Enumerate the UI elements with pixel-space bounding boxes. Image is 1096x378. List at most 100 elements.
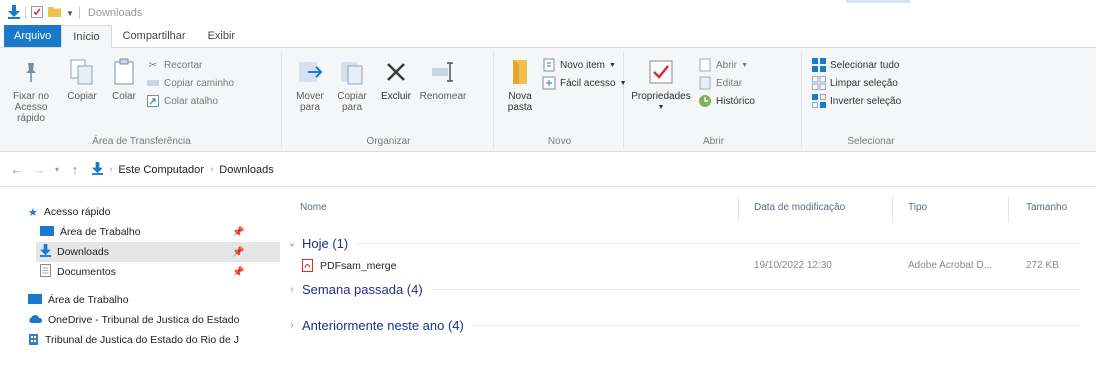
clear-selection-button[interactable]: Limpar seleção	[812, 76, 898, 90]
title-accent-bar	[846, 0, 910, 3]
nav-item-label: Tribunal de Justica do Estado do Rio de …	[45, 334, 239, 346]
nav-item-label: OneDrive - Tribunal de Justica do Estado	[48, 314, 240, 326]
pin-icon[interactable]: 📌	[232, 247, 244, 258]
group-clipboard: Fixar no Acesso rápido Copiar Colar ✂ Re…	[2, 52, 282, 148]
open-label: Abrir	[716, 59, 738, 71]
column-divider[interactable]	[1008, 196, 1009, 222]
recent-locations-button[interactable]: ▾	[50, 159, 64, 181]
chevron-down-icon[interactable]: ▼	[66, 9, 74, 18]
properties-button[interactable]: Propriedades ▼	[630, 56, 692, 113]
tab-view[interactable]: Exibir	[197, 25, 247, 47]
group-label-clipboard: Área de Transferência	[92, 136, 191, 147]
nav-item-onedrive[interactable]: OneDrive - Tribunal de Justica do Estado	[28, 310, 280, 330]
nav-item-label: Documentos	[57, 266, 116, 278]
move-to-label: Mover para	[296, 91, 324, 113]
paste-icon	[108, 56, 140, 88]
group-label-organize: Organizar	[366, 136, 411, 147]
move-to-button[interactable]: Mover para	[290, 56, 330, 113]
delete-button[interactable]: Excluir	[376, 56, 416, 102]
copy-button[interactable]: Copiar	[62, 56, 102, 102]
forward-button[interactable]: →	[28, 159, 50, 181]
easy-access-label: Fácil acesso	[560, 77, 616, 89]
properties-icon[interactable]	[31, 5, 43, 21]
nav-item-quick-access[interactable]: ★ Acesso rápido	[28, 202, 280, 222]
nav-item-downloads[interactable]: Downloads 📌	[36, 242, 280, 262]
file-name: PDFsam_merge	[320, 260, 397, 272]
invert-selection-button[interactable]: Inverter seleção	[812, 94, 901, 108]
pin-icon	[15, 56, 47, 88]
edit-icon	[698, 76, 712, 90]
group-header-today[interactable]: ⌄ Hoje (1)	[284, 233, 1096, 253]
cut-button[interactable]: ✂ Recortar	[146, 58, 203, 72]
nav-item-desktop[interactable]: Área de Trabalho 📌	[40, 222, 280, 242]
nav-item-sharepoint[interactable]: Tribunal de Justica do Estado do Rio de …	[28, 330, 280, 350]
easy-access-button[interactable]: Fácil acesso ▼	[542, 76, 627, 90]
document-icon	[40, 264, 51, 280]
column-header-type[interactable]: Tipo	[908, 202, 927, 213]
paste-shortcut-label: Colar atalho	[164, 95, 218, 107]
rename-button[interactable]: Renomear	[418, 56, 468, 102]
new-item-label: Novo item	[560, 59, 606, 71]
history-icon	[698, 94, 712, 108]
copy-path-button[interactable]: Copiar caminho	[146, 76, 234, 90]
nav-item-desktop-root[interactable]: Área de Trabalho	[28, 290, 280, 310]
select-all-button[interactable]: Selecionar tudo	[812, 58, 900, 72]
column-header-date[interactable]: Data de modificação	[754, 202, 845, 213]
column-divider[interactable]	[892, 196, 893, 222]
invert-selection-icon	[812, 94, 826, 108]
breadcrumb-this-pc[interactable]: Este Computador	[118, 164, 204, 176]
group-header-earlier-this-year[interactable]: › Anteriormente neste ano (4)	[284, 315, 1096, 335]
breadcrumb[interactable]: › Este Computador › Downloads	[92, 161, 274, 178]
new-folder-button[interactable]: Nova pasta	[502, 56, 538, 113]
file-size: 272 KB	[1026, 260, 1059, 271]
chevron-right-icon: ›	[109, 164, 113, 175]
tab-file[interactable]: Arquivo	[4, 25, 62, 47]
tab-home[interactable]: Início	[61, 25, 112, 48]
title-bar: ▼ Downloads	[0, 0, 1096, 26]
pin-quick-access-button[interactable]: Fixar no Acesso rápido	[6, 56, 56, 124]
pin-icon[interactable]: 📌	[232, 267, 244, 278]
copy-to-button[interactable]: Copiar para	[332, 56, 372, 113]
column-divider[interactable]	[738, 196, 739, 222]
group-new: Nova pasta Novo item ▼ Fácil acesso ▼ No…	[496, 52, 627, 148]
nav-item-label: Área de Trabalho	[60, 226, 141, 238]
history-label: Histórico	[716, 95, 755, 107]
building-icon	[28, 333, 39, 348]
chevron-down-icon: ⌄	[287, 237, 297, 249]
nav-item-documents[interactable]: Documentos 📌	[40, 262, 280, 282]
group-label-new: Novo	[547, 136, 572, 147]
new-item-button[interactable]: Novo item ▼	[542, 58, 616, 72]
breadcrumb-downloads[interactable]: Downloads	[219, 164, 273, 176]
arrow-right-icon: →	[32, 162, 46, 177]
up-button[interactable]: ↑	[64, 159, 86, 181]
paste-shortcut-button[interactable]: Colar atalho	[146, 94, 218, 108]
open-button[interactable]: Abrir ▼	[698, 58, 748, 72]
pin-icon[interactable]: 📌	[232, 227, 244, 238]
toolbar-separator	[25, 7, 26, 19]
group-divider	[430, 288, 1080, 290]
new-folder-icon[interactable]	[48, 6, 61, 20]
history-button[interactable]: Histórico	[698, 94, 755, 108]
delete-label: Excluir	[380, 91, 411, 102]
group-header-last-week[interactable]: › Semana passada (4)	[284, 279, 1096, 299]
arrow-up-icon: ↑	[71, 162, 79, 177]
copy-path-label: Copiar caminho	[164, 77, 235, 89]
back-button[interactable]: ←	[6, 159, 28, 181]
nav-item-label: Downloads	[57, 246, 109, 258]
copy-to-icon	[336, 56, 368, 88]
edit-button[interactable]: Editar	[698, 76, 742, 90]
group-label-open: Abrir	[702, 136, 725, 147]
column-header-size[interactable]: Tamanho	[1026, 202, 1067, 213]
column-header-name[interactable]: Nome	[300, 202, 327, 213]
tab-share[interactable]: Compartilhar	[112, 25, 197, 47]
move-to-icon	[294, 56, 326, 88]
star-icon: ★	[28, 206, 38, 219]
ribbon-tabs: Arquivo Início Compartilhar Exibir	[0, 25, 1096, 48]
chevron-down-icon: ▼	[609, 61, 616, 69]
paste-button[interactable]: Colar	[106, 56, 142, 102]
shortcut-icon	[146, 94, 160, 108]
quick-access-toolbar: ▼	[8, 4, 80, 22]
new-item-icon	[542, 58, 556, 72]
table-row[interactable]: PDFsam_merge 19/10/2022 12:30 Adobe Acro…	[284, 255, 1096, 277]
chevron-down-icon: ▾	[54, 165, 59, 174]
